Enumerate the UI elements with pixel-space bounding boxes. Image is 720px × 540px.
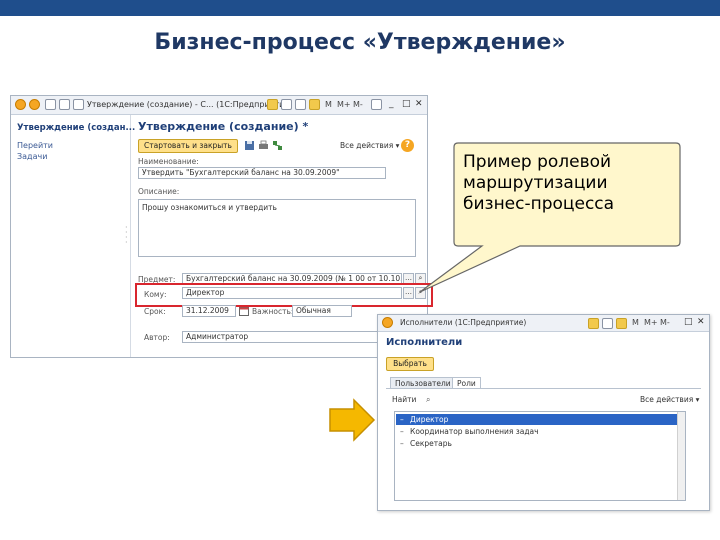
- memory-m[interactable]: M: [632, 318, 639, 327]
- approval-window: Утверждение (создание) - С... (1С:Предпр…: [10, 95, 433, 358]
- slide-title: Бизнес-процесс «Утверждение»: [154, 30, 566, 55]
- executors-window-titlebar: Исполнители (1С:Предприятие) M M+ M- □ ✕: [378, 315, 709, 332]
- favorites-icon[interactable]: [267, 99, 278, 110]
- description-field[interactable]: Прошу ознакомиться и утвердить: [138, 199, 416, 257]
- close-icon[interactable]: ✕: [697, 317, 705, 327]
- all-actions-menu[interactable]: Все действия ▾: [640, 395, 699, 404]
- list-item[interactable]: – Секретарь: [396, 438, 677, 449]
- menu-icon[interactable]: [29, 99, 40, 110]
- all-actions-menu[interactable]: Все действия ▾: [340, 141, 399, 150]
- slide-top-bar: [0, 0, 720, 16]
- save-icon[interactable]: [244, 140, 255, 151]
- link-icon[interactable]: [281, 99, 292, 110]
- executors-window: Исполнители (1С:Предприятие) M M+ M- □ ✕…: [377, 314, 710, 511]
- forward-icon[interactable]: [59, 99, 70, 110]
- approval-window-title: Утверждение (создание) - С... (1С:Предпр…: [87, 100, 293, 109]
- deadline-field[interactable]: 31.12.2009: [182, 305, 236, 317]
- start-and-close-button[interactable]: Стартовать и закрыть: [138, 139, 238, 153]
- maximize-icon[interactable]: □: [684, 317, 693, 327]
- calendar-picker-icon[interactable]: [239, 306, 249, 318]
- find-button[interactable]: Найти: [392, 395, 416, 404]
- back-icon[interactable]: [45, 99, 56, 110]
- memory-m[interactable]: M: [325, 100, 332, 109]
- role-icon: –: [400, 439, 404, 448]
- clear-search-icon[interactable]: ⌕: [426, 395, 430, 405]
- maximize-icon[interactable]: □: [402, 99, 411, 109]
- memory-mminus[interactable]: M-: [353, 100, 363, 109]
- tab-divider: [386, 388, 701, 389]
- memory-mminus[interactable]: M-: [660, 318, 670, 327]
- executors-header: Исполнители: [386, 337, 463, 348]
- callout-line-2: маршрутизации: [463, 173, 608, 193]
- approval-window-titlebar: Утверждение (создание) - С... (1С:Предпр…: [11, 96, 427, 115]
- importance-label: Важность:: [252, 307, 294, 316]
- memory-mplus[interactable]: M+: [337, 100, 351, 109]
- role-icon: –: [400, 427, 404, 436]
- name-field[interactable]: Утвердить "Бухгалтерский баланс на 30.09…: [138, 167, 386, 179]
- minimize-icon[interactable]: _: [389, 99, 394, 109]
- executors-window-title: Исполнители (1С:Предприятие): [400, 318, 527, 327]
- history-icon[interactable]: [73, 99, 84, 110]
- app-logo-icon[interactable]: [382, 317, 393, 328]
- callout-line-1: Пример ролевой: [463, 152, 612, 172]
- description-label: Описание:: [138, 187, 180, 196]
- memory-mplus[interactable]: M+: [644, 318, 658, 327]
- splitter-handle[interactable]: · · · ·: [125, 224, 128, 247]
- importance-select[interactable]: Обычная: [292, 305, 352, 317]
- roles-list: – Директор – Координатор выполнения задач …: [394, 411, 686, 501]
- deadline-label: Срок:: [144, 307, 166, 316]
- sidebar-item-goto[interactable]: Перейти: [17, 141, 53, 150]
- print-form-icon[interactable]: [258, 140, 269, 151]
- author-label: Автор:: [144, 333, 170, 342]
- callout-text: Пример ролевой маршрутизации бизнес-проц…: [463, 152, 663, 215]
- arrow-right-icon: [329, 398, 376, 442]
- info-icon[interactable]: [371, 99, 382, 110]
- print-icon[interactable]: [295, 99, 306, 110]
- app-logo-icon[interactable]: [15, 99, 26, 110]
- approval-sidebar: Утверждение (создан... Перейти Задачи · ·…: [11, 115, 135, 357]
- form-title: Утверждение (создание) *: [138, 120, 309, 133]
- list-item[interactable]: – Директор: [396, 414, 677, 425]
- list-scrollbar[interactable]: [677, 412, 685, 500]
- whom-highlight-frame: [135, 283, 433, 307]
- calendar-icon[interactable]: [309, 99, 320, 110]
- structure-icon[interactable]: [272, 140, 283, 151]
- name-label: Наименование:: [138, 157, 199, 166]
- callout-line-3: бизнес-процесса: [463, 194, 615, 214]
- close-icon[interactable]: ✕: [415, 99, 423, 109]
- link-icon[interactable]: [602, 318, 613, 329]
- help-icon[interactable]: ?: [401, 139, 414, 152]
- select-button[interactable]: Выбрать: [386, 357, 434, 371]
- list-item[interactable]: – Координатор выполнения задач: [396, 426, 677, 437]
- calendar-icon[interactable]: [616, 318, 627, 329]
- favorites-icon[interactable]: [588, 318, 599, 329]
- sidebar-header: Утверждение (создан...: [17, 123, 136, 133]
- sidebar-item-tasks[interactable]: Задачи: [17, 152, 47, 161]
- role-icon: –: [400, 415, 404, 424]
